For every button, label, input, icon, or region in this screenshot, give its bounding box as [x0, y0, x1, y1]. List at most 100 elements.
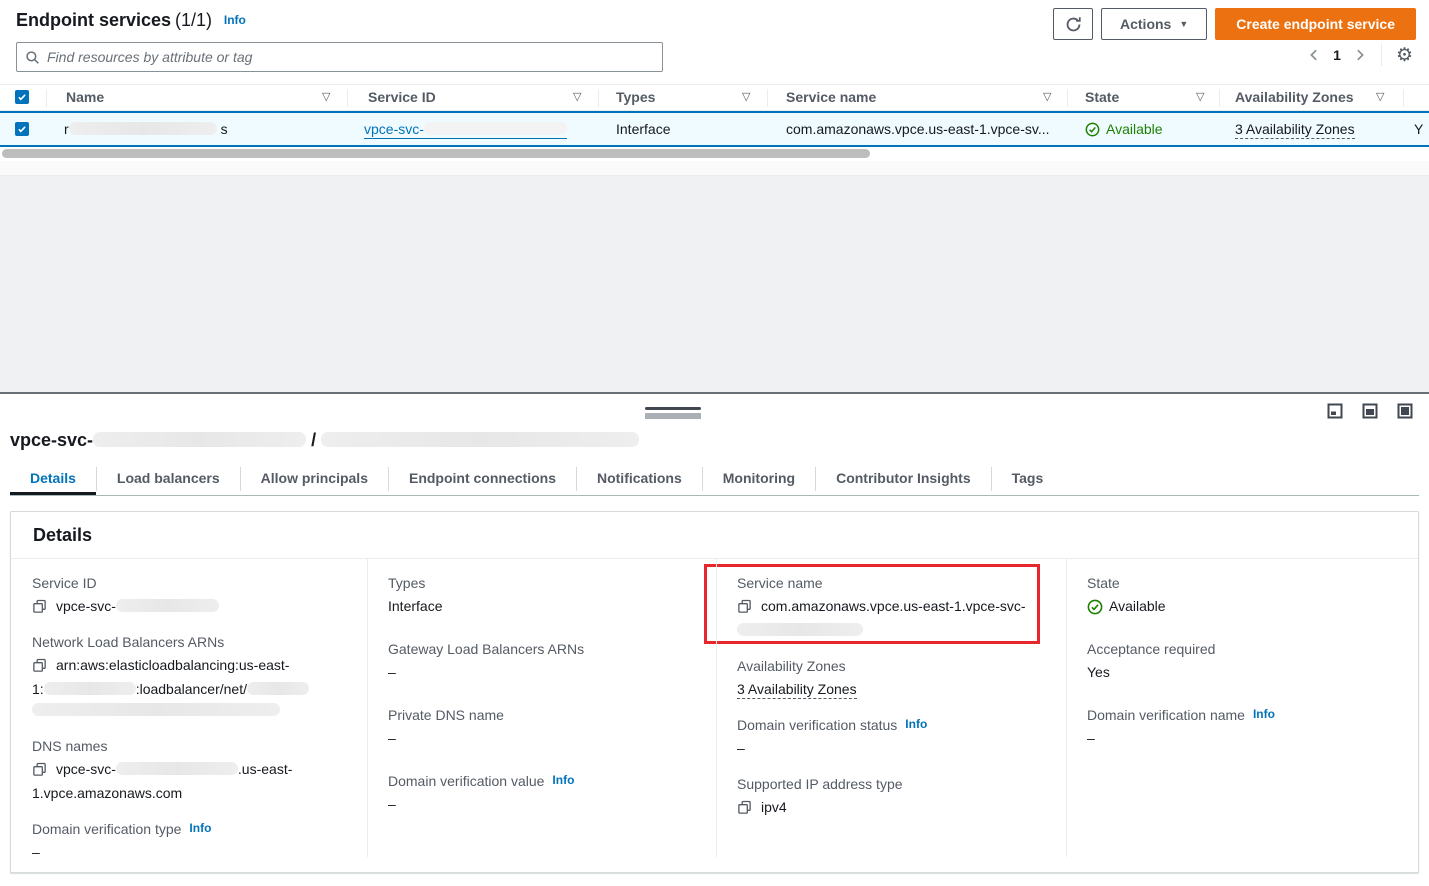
info-link[interactable]: Info [905, 717, 927, 731]
column-header-service-name[interactable]: Service name [786, 85, 876, 110]
tab-load-balancers[interactable]: Load balancers [97, 463, 240, 495]
field-label: Domain verification valueInfo [388, 773, 698, 789]
available-check-icon [1087, 599, 1103, 615]
filter-icon[interactable]: ▽ [742, 85, 750, 110]
search-input[interactable] [47, 49, 654, 65]
info-link[interactable]: Info [224, 13, 246, 27]
service-id-link[interactable]: vpce-svc- [364, 121, 567, 139]
availability-zones-popover-link[interactable]: 3 Availability Zones [1235, 121, 1355, 139]
current-page[interactable]: 1 [1331, 47, 1343, 63]
copy-icon[interactable] [32, 762, 47, 777]
column-header-state[interactable]: State [1085, 85, 1119, 110]
field-types: Types Interface [388, 575, 698, 617]
field-label: Domain verification nameInfo [1087, 707, 1400, 723]
divider [347, 89, 348, 107]
field-domain-verification-name: Domain verification nameInfo – [1087, 707, 1400, 749]
details-card-heading: Details [11, 512, 1418, 559]
divider [1381, 44, 1382, 66]
panel-drag-handle[interactable] [645, 407, 701, 419]
availability-zones-popover-link[interactable]: 3 Availability Zones [737, 681, 857, 699]
info-link[interactable]: Info [189, 821, 211, 835]
service-id-value: vpce-svc- [56, 596, 219, 617]
service-id-text: vpce-svc- [364, 121, 424, 137]
copy-icon[interactable] [32, 658, 47, 673]
state-text: Available [1106, 113, 1163, 145]
panel-title-divider: / [311, 430, 316, 450]
tab-details[interactable]: Details [10, 463, 96, 495]
detail-split-panel: vpce-svc- / Details Load balancers Allow… [0, 394, 1429, 886]
preferences-gear-icon[interactable]: ⚙ [1396, 46, 1413, 65]
supported-ip-value: ipv4 [761, 797, 787, 818]
panel-title-prefix: vpce-svc- [10, 430, 93, 450]
tab-allow-principals[interactable]: Allow principals [241, 463, 388, 495]
header-actions: Actions ▼ Create endpoint service [1053, 8, 1416, 40]
field-label: Domain verification typeInfo [32, 821, 349, 837]
select-all-checkbox[interactable] [15, 90, 29, 104]
nlb-arn-line2: 1::loadbalancer/net/ [32, 681, 309, 697]
column-header-name[interactable]: Name [66, 85, 104, 110]
info-link[interactable]: Info [1253, 707, 1275, 721]
info-link[interactable]: Info [552, 773, 574, 787]
name-text: r [64, 121, 69, 137]
field-glb-arns: Gateway Load Balancers ARNs – [388, 641, 698, 683]
table-footer-strip [0, 161, 1429, 176]
refresh-button[interactable] [1053, 8, 1093, 40]
table-row[interactable]: r s vpce-svc- Interface com.amazonaws.vp… [0, 111, 1429, 147]
field-label: Types [388, 575, 698, 591]
field-service-name: Service name com.amazonaws.vpce.us-east-… [737, 575, 1048, 641]
field-state: State Available [1087, 575, 1400, 617]
row-checkbox[interactable] [15, 122, 29, 136]
redacted-service-name-line2 [737, 623, 863, 636]
divider [767, 89, 768, 107]
divider [1219, 89, 1220, 107]
name-text: s [221, 121, 228, 137]
column-header-types[interactable]: Types [616, 85, 655, 110]
filter-icon[interactable]: ▽ [573, 85, 581, 110]
divider [598, 89, 599, 107]
field-value: – [32, 842, 349, 863]
state-value: Available [1109, 596, 1166, 617]
column-header-service-id[interactable]: Service ID [368, 85, 436, 110]
field-value: – [388, 794, 698, 815]
tab-contributor-insights[interactable]: Contributor Insights [816, 463, 991, 495]
create-button-label: Create endpoint service [1236, 16, 1395, 32]
copy-icon[interactable] [737, 599, 752, 614]
detail-tabs: Details Load balancers Allow principals … [10, 463, 1419, 496]
scrollbar-thumb[interactable] [2, 149, 870, 158]
filter-icon[interactable]: ▽ [1196, 85, 1204, 110]
redacted-name [69, 122, 217, 135]
page-title: Endpoint services [16, 10, 171, 30]
filter-icon[interactable]: ▽ [1043, 85, 1051, 110]
copy-icon[interactable] [32, 599, 47, 614]
create-endpoint-service-button[interactable]: Create endpoint service [1215, 8, 1416, 40]
panel-position-full-icon[interactable] [1397, 403, 1413, 422]
panel-position-bottom-icon[interactable] [1327, 403, 1343, 422]
field-label: Acceptance required [1087, 641, 1400, 657]
cell-service-name: com.amazonaws.vpce.us-east-1.vpce-sv... [786, 113, 1050, 145]
details-column-4: State Available Acceptance required Yes … [1066, 559, 1418, 857]
caret-down-icon: ▼ [1179, 19, 1188, 29]
previous-page-icon[interactable] [1307, 48, 1321, 62]
tab-notifications[interactable]: Notifications [577, 463, 702, 495]
pagination: 1 ⚙ [1307, 44, 1413, 66]
search-box [16, 42, 663, 72]
actions-button[interactable]: Actions ▼ [1101, 8, 1207, 40]
copy-icon[interactable] [737, 800, 752, 815]
tab-endpoint-connections[interactable]: Endpoint connections [389, 463, 576, 495]
field-nlb-arns: Network Load Balancers ARNs arn:aws:elas… [32, 634, 349, 721]
field-label: Service name [737, 575, 1048, 591]
filter-icon[interactable]: ▽ [1376, 85, 1384, 110]
tab-monitoring[interactable]: Monitoring [703, 463, 815, 495]
cell-types: Interface [616, 113, 670, 145]
cell-name: r s [64, 113, 228, 145]
details-column-1: Service ID vpce-svc- Network Load Balanc… [11, 559, 367, 857]
next-page-icon[interactable] [1353, 48, 1367, 62]
field-label: Gateway Load Balancers ARNs [388, 641, 698, 657]
column-header-availability-zones[interactable]: Availability Zones [1235, 85, 1354, 110]
panel-position-half-icon[interactable] [1362, 403, 1378, 422]
field-domain-verification-status: Domain verification statusInfo – [737, 717, 1048, 759]
redacted-nlb-arn-line3 [32, 703, 280, 716]
field-label: State [1087, 575, 1400, 591]
tab-tags[interactable]: Tags [992, 463, 1064, 495]
filter-icon[interactable]: ▽ [322, 85, 330, 110]
